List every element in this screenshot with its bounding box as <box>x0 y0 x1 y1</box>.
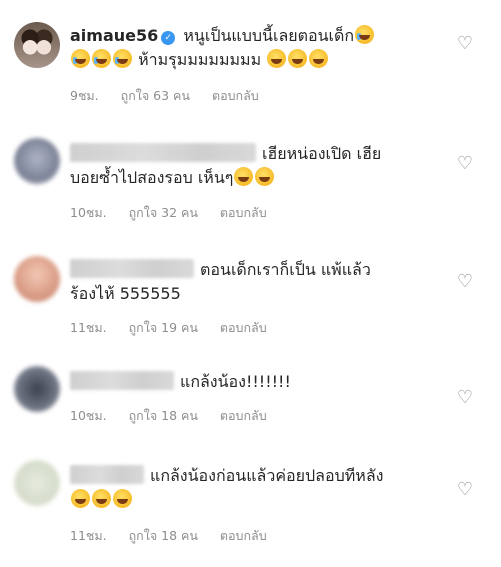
comment-body-line2: ห้ามรุมมมมมมมม <box>138 50 262 69</box>
blurred-username[interactable] <box>70 465 144 484</box>
comment-meta: 11ชม. ถูกใจ 19 คน ตอบกลับ <box>70 318 285 338</box>
crying-face-emoji-icon <box>71 49 90 68</box>
comment-meta: 11ชม. ถูกใจ 18 คน ตอบกลับ <box>70 526 285 546</box>
comment-meta: 9ชม. ถูกใจ 63 คน ตอบกลับ <box>70 86 277 106</box>
heart-outline-icon[interactable]: ♡ <box>455 480 475 500</box>
avatar[interactable] <box>14 460 60 506</box>
comment-item: แกล้งน้องก่อนแล้วค่อยปลอบทีหลัง 11ชม. ถู… <box>0 454 501 564</box>
comment-item: aimaue56 ✓ หนูเป็นแบบนี้เลยตอนเด็ก ห้ามรุ… <box>0 0 501 112</box>
reply-button[interactable]: ตอบกลับ <box>212 88 259 103</box>
comment-meta: 10ชม. ถูกใจ 18 คน ตอบกลับ <box>70 406 285 426</box>
like-count[interactable]: ถูกใจ 18 คน <box>129 528 198 543</box>
timestamp[interactable]: 11ชม. <box>70 528 107 543</box>
laughing-face-emoji-icon <box>288 49 308 68</box>
comment-body-line2: บอยซ้ำไปสองรอบ เห็นๆ <box>70 168 234 187</box>
heart-outline-icon[interactable]: ♡ <box>455 388 475 408</box>
verified-badge-icon: ✓ <box>161 31 176 45</box>
like-count[interactable]: ถูกใจ 18 คน <box>129 408 198 423</box>
laughing-face-emoji-icon <box>267 49 287 68</box>
laughing-face-emoji-icon <box>92 489 111 508</box>
laughing-face-emoji-icon <box>71 489 90 508</box>
comment-meta: 10ชม. ถูกใจ 32 คน ตอบกลับ <box>70 203 285 223</box>
like-count[interactable]: ถูกใจ 32 คน <box>129 205 198 220</box>
heart-outline-icon[interactable]: ♡ <box>455 154 475 174</box>
comment-item: ตอนเด็กเราก็เป็น แพ้แล้ว ร้องไห้ 555555 … <box>0 246 501 346</box>
like-count[interactable]: ถูกใจ 19 คน <box>129 320 198 335</box>
comment-body: ตอนเด็กเราก็เป็น แพ้แล้ว <box>200 260 371 279</box>
avatar[interactable] <box>14 256 60 302</box>
comment-body: แกล้งน้องก่อนแล้วค่อยปลอบทีหลัง <box>150 466 384 485</box>
blurred-username[interactable] <box>70 371 174 390</box>
comment-body: หนูเป็นแบบนี้เลยตอนเด็ก <box>183 26 355 45</box>
laughing-face-emoji-icon <box>309 49 329 68</box>
reply-button[interactable]: ตอบกลับ <box>220 205 267 220</box>
comment-text: เฮียหน่องเปิด เฮีย บอยซ้ำไปสองรอบ เห็นๆ <box>70 142 420 190</box>
username[interactable]: aimaue56 <box>70 26 158 45</box>
comment-body: เฮียหน่องเปิด เฮีย <box>262 144 382 163</box>
comment-text: แกล้งน้อง!!!!!!! <box>70 370 420 394</box>
laughing-face-emoji-icon <box>113 489 132 508</box>
comment-item: แกล้งน้อง!!!!!!! 10ชม. ถูกใจ 18 คน ตอบกล… <box>0 360 501 442</box>
reply-button[interactable]: ตอบกลับ <box>220 408 267 423</box>
reply-button[interactable]: ตอบกลับ <box>220 320 267 335</box>
avatar[interactable] <box>14 22 60 68</box>
crying-face-emoji-icon <box>92 49 111 68</box>
comment-body: แกล้งน้อง!!!!!!! <box>180 372 291 391</box>
timestamp[interactable]: 10ชม. <box>70 408 107 423</box>
comment-text: ตอนเด็กเราก็เป็น แพ้แล้ว ร้องไห้ 555555 <box>70 258 420 306</box>
like-count[interactable]: ถูกใจ 63 คน <box>121 88 190 103</box>
comment-item: เฮียหน่องเปิด เฮีย บอยซ้ำไปสองรอบ เห็นๆ … <box>0 128 501 228</box>
reply-button[interactable]: ตอบกลับ <box>220 528 267 543</box>
timestamp[interactable]: 10ชม. <box>70 205 107 220</box>
avatar[interactable] <box>14 138 60 184</box>
comment-text: aimaue56 ✓ หนูเป็นแบบนี้เลยตอนเด็ก ห้ามรุ… <box>70 24 420 72</box>
heart-outline-icon[interactable]: ♡ <box>455 34 475 54</box>
timestamp[interactable]: 9ชม. <box>70 88 99 103</box>
laughing-face-emoji-icon <box>234 167 254 186</box>
timestamp[interactable]: 11ชม. <box>70 320 107 335</box>
blurred-username[interactable] <box>70 259 194 278</box>
crying-face-emoji-icon <box>355 25 375 44</box>
comment-body-line2: ร้องไห้ 555555 <box>70 284 181 303</box>
laughing-face-emoji-icon <box>255 167 275 186</box>
crying-face-emoji-icon <box>113 49 132 68</box>
blurred-username[interactable] <box>70 143 256 162</box>
avatar[interactable] <box>14 366 60 412</box>
heart-outline-icon[interactable]: ♡ <box>455 272 475 292</box>
comment-text: แกล้งน้องก่อนแล้วค่อยปลอบทีหลัง <box>70 464 420 512</box>
